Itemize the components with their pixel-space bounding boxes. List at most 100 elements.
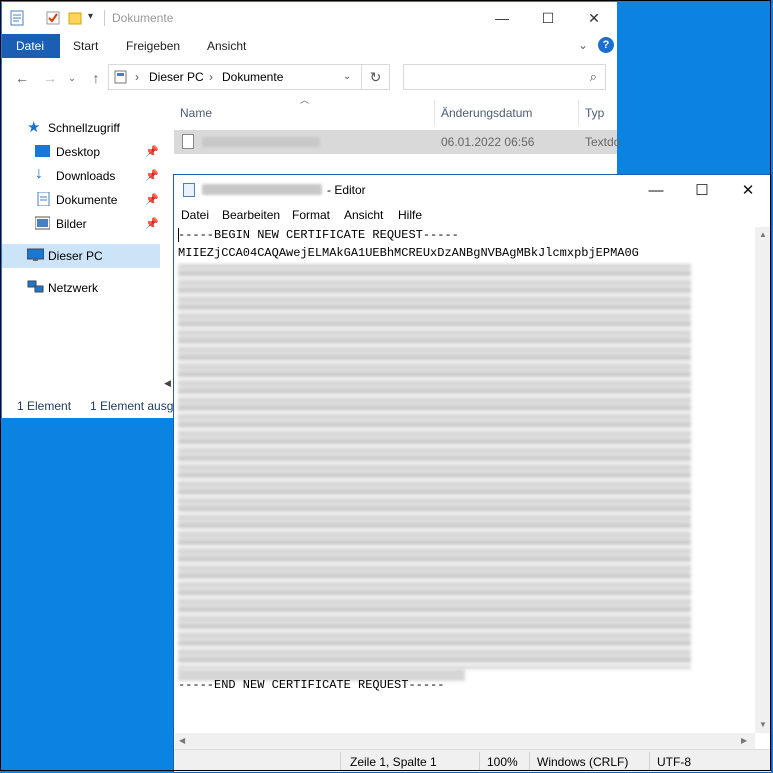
- scroll-up-icon[interactable]: ▲: [759, 230, 767, 239]
- status-divider: [649, 752, 650, 770]
- tab-datei[interactable]: Datei: [2, 34, 60, 58]
- cert-end-line: -----END NEW CERTIFICATE REQUEST-----: [178, 678, 445, 692]
- sidebar-item-label: Dokumente: [56, 193, 118, 207]
- desktop-background-lower: [0, 418, 174, 773]
- sidebar-item-label: Desktop: [56, 145, 101, 159]
- sidebar-item-dieser-pc[interactable]: Dieser PC: [2, 244, 160, 268]
- cert-first-data-line: MIIEZjCCA04CAQAwejELMAkGA1UEBhMCREUxDzAN…: [178, 246, 639, 260]
- sidebar-item-netzwerk[interactable]: Netzwerk: [2, 276, 160, 300]
- pin-icon: 📌: [145, 146, 159, 158]
- column-divider: [578, 100, 579, 126]
- column-divider: [434, 100, 435, 126]
- back-arrow-icon[interactable]: ←: [12, 68, 32, 88]
- forward-arrow-icon[interactable]: →: [40, 68, 60, 88]
- vertical-scrollbar[interactable]: ▲ ▼: [755, 227, 771, 733]
- file-row-selected[interactable]: 06.01.2022 06:56 Textdo: [174, 130, 621, 154]
- explorer-maximize-button[interactable]: ☐: [525, 2, 571, 34]
- help-icon[interactable]: ?: [598, 37, 614, 53]
- sidebar-item-downloads[interactable]: ↓ Downloads 📌: [2, 164, 160, 188]
- pictures-icon: [35, 216, 50, 230]
- status-zoom: 100%: [487, 755, 518, 769]
- address-row: ← → ⌄ ↑ › Dieser PC › Dokumente ⌄ ↻ ⌕: [2, 62, 617, 94]
- file-name-redacted: [202, 137, 320, 147]
- desktop-background: [618, 0, 773, 175]
- notepad-titlebar: - Editor — ☐ ✕: [174, 175, 771, 205]
- notepad-minimize-button[interactable]: —: [633, 175, 679, 205]
- address-dropdown-icon[interactable]: ⌄: [343, 71, 351, 82]
- notepad-close-button[interactable]: ✕: [725, 175, 771, 205]
- quick-access-dropdown-icon[interactable]: ▾: [88, 11, 93, 22]
- recent-locations-icon[interactable]: ⌄: [62, 68, 82, 88]
- sidebar-item-label: Dieser PC: [48, 249, 103, 263]
- explorer-titlebar: ▾ Dokumente — ☐ ✕: [2, 2, 617, 34]
- status-encoding: UTF-8: [657, 755, 691, 769]
- text-editor-area[interactable]: -----BEGIN NEW CERTIFICATE REQUEST----- …: [175, 227, 755, 733]
- scroll-right-icon[interactable]: ▶: [741, 736, 747, 745]
- menu-datei[interactable]: Datei: [181, 208, 209, 222]
- navigation-pane: ★ Schnellzugriff Desktop 📌 ↓ Downloads 📌…: [2, 110, 162, 400]
- computer-icon: [27, 248, 44, 261]
- status-item-count: 1 Element: [17, 399, 72, 413]
- status-divider: [340, 752, 341, 770]
- notepad-file-name-redacted: [202, 184, 322, 195]
- breadcrumb-separator-icon: ›: [209, 70, 213, 84]
- tab-freigeben[interactable]: Freigeben: [112, 34, 194, 58]
- scroll-left-icon[interactable]: ◀: [179, 736, 185, 745]
- refresh-button[interactable]: ↻: [362, 64, 390, 90]
- status-cursor-position: Zeile 1, Spalte 1: [350, 755, 437, 769]
- up-arrow-icon[interactable]: ↑: [86, 68, 106, 88]
- explorer-window-title: Dokumente: [112, 11, 174, 25]
- address-bar[interactable]: › Dieser PC › Dokumente ⌄: [108, 64, 362, 90]
- pin-icon: 📌: [145, 194, 159, 206]
- pin-icon: 📌: [145, 218, 159, 230]
- new-folder-icon[interactable]: [68, 10, 82, 26]
- notepad-icon: [183, 183, 195, 197]
- search-icon: ⌕: [589, 69, 597, 84]
- notepad-window: - Editor — ☐ ✕ Datei Bearbeiten Format A…: [173, 174, 772, 773]
- ribbon-tabs: Datei Start Freigeben Ansicht ⌄: [2, 34, 617, 58]
- sidebar-item-quick-access[interactable]: ★ Schnellzugriff: [2, 116, 160, 140]
- cert-begin-line: -----BEGIN NEW CERTIFICATE REQUEST-----: [178, 228, 459, 242]
- sidebar-item-label: Schnellzugriff: [48, 121, 120, 135]
- breadcrumb-dokumente[interactable]: Dokumente: [222, 70, 283, 84]
- text-file-icon: [182, 134, 194, 149]
- menu-bearbeiten[interactable]: Bearbeiten: [222, 208, 280, 222]
- checkbox-icon[interactable]: [46, 10, 60, 26]
- pc-icon: [114, 70, 127, 84]
- properties-icon[interactable]: [10, 10, 24, 26]
- file-modified-date: 06.01.2022 06:56: [441, 135, 535, 149]
- pin-icon: 📌: [145, 170, 159, 182]
- horizontal-scrollbar[interactable]: ◀ ▶: [175, 733, 755, 749]
- desktop-icon: [35, 145, 50, 157]
- sidebar-item-desktop[interactable]: Desktop 📌: [2, 140, 160, 164]
- notepad-maximize-button[interactable]: ☐: [679, 175, 725, 205]
- documents-icon: [37, 192, 50, 206]
- menu-format[interactable]: Format: [292, 208, 330, 222]
- network-icon: [27, 280, 44, 293]
- breadcrumb-dieser-pc[interactable]: Dieser PC: [149, 70, 204, 84]
- redacted-certificate-body: [178, 264, 691, 669]
- status-selected: 1 Element ausge: [90, 399, 181, 413]
- status-line-endings: Windows (CRLF): [537, 755, 629, 769]
- scroll-down-icon[interactable]: ▼: [759, 720, 767, 729]
- sidebar-item-bilder[interactable]: Bilder 📌: [2, 212, 160, 236]
- tab-ansicht[interactable]: Ansicht: [193, 34, 260, 58]
- star-icon: ★: [27, 119, 41, 136]
- search-input[interactable]: ⌕: [403, 64, 606, 90]
- file-type: Textdo: [585, 135, 621, 149]
- sidebar-item-dokumente[interactable]: Dokumente 📌: [2, 188, 160, 212]
- menu-ansicht[interactable]: Ansicht: [344, 208, 383, 222]
- scroll-left-icon[interactable]: ◀: [164, 378, 171, 389]
- sort-indicator-icon: ︿: [300, 95, 310, 105]
- status-divider: [479, 752, 480, 770]
- explorer-minimize-button[interactable]: —: [479, 2, 525, 34]
- tab-start[interactable]: Start: [59, 34, 112, 58]
- title-divider: [104, 10, 105, 26]
- explorer-close-button[interactable]: ✕: [571, 2, 617, 34]
- status-divider: [529, 752, 530, 770]
- menu-hilfe[interactable]: Hilfe: [398, 208, 422, 222]
- download-arrow-icon: ↓: [35, 165, 43, 182]
- sidebar-item-label: Downloads: [56, 169, 116, 183]
- breadcrumb-separator-icon: ›: [135, 70, 139, 84]
- ribbon-expand-icon[interactable]: ⌄: [578, 38, 588, 52]
